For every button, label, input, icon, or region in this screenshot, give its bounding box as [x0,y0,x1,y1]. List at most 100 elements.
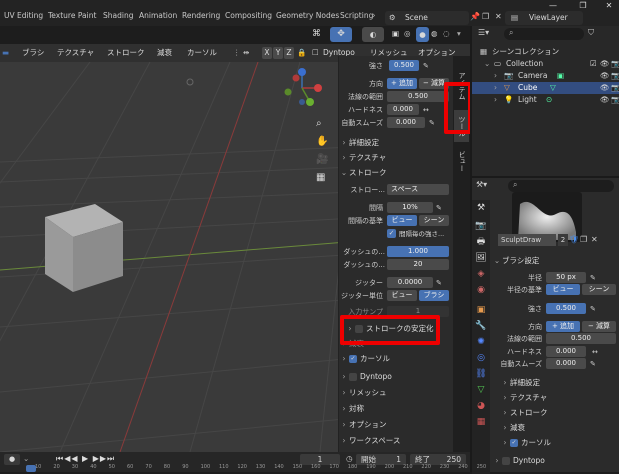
dyntopo-checkbox[interactable]: ☐ [312,47,319,59]
eye-icon[interactable]: 👁 [600,94,610,106]
filter-icon[interactable]: ⛉ [588,28,594,38]
duplicate-icon[interactable]: ❐ [580,234,590,246]
spacing-field[interactable]: 10% [387,202,433,213]
camera-render-icon[interactable]: 📷 [611,94,619,106]
eye-icon[interactable]: 👁 [600,58,610,70]
eye-icon[interactable]: 👁 [600,70,610,82]
shading-options-icon[interactable]: ▾ [457,29,461,38]
outliner-collection[interactable]: Collection [506,58,543,70]
pin-icon[interactable]: 📌 [470,12,480,21]
physics-tab-icon[interactable]: ◎ [475,352,487,364]
tab-scripting[interactable]: Scripting [340,9,373,23]
prop-hardness-field[interactable]: 0.000 [546,346,586,357]
tab-shading[interactable]: Shading [103,9,133,23]
copy-icon[interactable]: ❐ [482,12,489,21]
outliner-search-input[interactable]: ⌕ [504,28,584,40]
camera-render-icon[interactable]: 📷 [611,70,619,82]
prop-subtract-button[interactable]: − 減算 [582,321,616,332]
rendered-shading-icon[interactable]: ◌ [443,29,450,38]
chevron-right-icon[interactable]: › [494,70,497,82]
perspective-grid-icon[interactable]: ▦ [316,172,325,183]
prop-dyntopo-checkbox[interactable] [502,457,510,465]
playhead[interactable] [26,465,36,472]
jitter-field[interactable]: 0.0000 [387,277,433,288]
radius-scene-button[interactable]: シーン [582,284,616,295]
checkbox-icon[interactable]: ☑ [590,58,597,70]
strength-field[interactable]: 0.500 [389,60,419,71]
dash-length-field[interactable]: 20 [387,259,449,270]
radius-view-button[interactable]: ビュー [546,284,580,295]
chevron-right-icon[interactable]: › [494,82,497,94]
view-object-types-icon[interactable]: ⌘ [312,29,321,39]
tab-animation[interactable]: Animation [139,9,177,23]
camera-render-icon[interactable]: 📷 [611,82,619,94]
section-cursor[interactable]: › ✓ カーソル [339,352,454,366]
prop-normal-radius-field[interactable]: 0.500 [546,333,616,344]
tab-compositing[interactable]: Compositing [225,9,272,23]
chevron-down-icon[interactable]: ⌄ [23,454,29,463]
adjust-strength-checkbox[interactable]: ✓ [387,229,396,238]
normal-radius-field[interactable]: 0.500 [387,91,449,102]
radius-field[interactable]: 50 px [546,272,586,283]
modifier-tab-icon[interactable]: 🔧 [475,320,487,332]
material-shading-icon[interactable]: ◍ [431,29,438,38]
tab-rendering[interactable]: Rendering [182,9,220,23]
section-dyntopo[interactable]: › Dyntopo [339,370,454,384]
view-layer-selector[interactable]: ▤ ViewLayer [505,11,583,25]
outliner-root-label[interactable]: シーンコレクション [492,46,559,58]
unlink-icon[interactable]: ✕ [591,234,601,246]
overlay-toggle-icon[interactable]: ◐ [362,27,384,42]
hardness-field[interactable]: 0.000 [387,104,419,115]
record-button[interactable]: ● [4,454,20,465]
outliner-light[interactable]: Light [518,94,537,106]
menu-brush[interactable]: ブラシ [22,47,44,59]
autosmooth-pressure-icon[interactable]: ✎ [429,117,435,129]
prop-section-cursor[interactable]: › ✓ カーソル [500,436,619,450]
eye-icon[interactable]: 👁 [600,82,610,94]
spacing-pressure-icon[interactable]: ✎ [436,202,442,214]
section-options[interactable]: › オプション [339,418,454,432]
dash-ratio-field[interactable]: 1.000 [387,246,449,257]
stroke-method-dropdown[interactable]: スペース [387,184,449,195]
wireframe-shading-icon[interactable]: ◎ [404,29,411,38]
axis-z-toggle[interactable]: Z [284,47,294,59]
xray-icon[interactable]: ▣ [392,29,399,38]
radius-pressure-icon[interactable]: ✎ [590,272,596,284]
object-tab-icon[interactable]: ▣ [475,304,487,316]
data-tab-icon[interactable]: ▽ [475,384,487,396]
tab-uv-editing[interactable]: UV Editing [4,9,43,23]
prop-cursor-checkbox[interactable]: ✓ [510,439,518,447]
output-tab-icon[interactable]: 🖶 [475,236,487,248]
solid-shading-icon[interactable]: ● [416,27,429,42]
outliner-editor-icon[interactable]: ☰▾ [478,28,489,37]
jitter-unit-view-button[interactable]: ビュー [387,290,417,301]
zoom-icon[interactable]: ⌕ [316,118,322,129]
outliner-camera[interactable]: Camera [518,70,547,82]
section-texture[interactable]: › テクスチャ [339,151,454,165]
window-close-icon[interactable]: ✕ [596,0,619,12]
tool-tab-icon[interactable]: ⚒ [475,202,487,214]
menu-cursor[interactable]: カーソル [187,47,217,59]
invert-icon[interactable]: ↔ [592,346,598,358]
material-tab-icon[interactable]: ◕ [475,400,487,412]
gizmo-toggle-icon[interactable]: ✥ [330,27,352,42]
section-symmetry[interactable]: › 対称 [339,402,454,416]
tab-geometry-nodes[interactable]: Geometry Nodes [276,9,339,23]
prop-strength-field[interactable]: 0.500 [546,303,586,314]
close-icon[interactable]: ✕ [495,12,502,21]
properties-search-input[interactable]: ⌕ [508,180,614,192]
section-workspace[interactable]: › ワークスペース [339,434,454,448]
section-remesh[interactable]: › リメッシュ [339,386,454,400]
fake-user-icon[interactable]: 🛡 [569,234,579,246]
camera-view-icon[interactable]: 🎥 [316,154,328,165]
prop-section-stroke[interactable]: › ストローク [500,406,619,420]
direction-add-button[interactable]: + 追加 [387,78,417,89]
pressure-icon[interactable]: ✎ [423,60,429,72]
render-tab-icon[interactable]: 📷 [475,220,487,232]
prop-section-advanced[interactable]: › 詳細設定 [500,376,619,390]
chevron-down-icon[interactable]: ⌄ [484,58,490,70]
camera-render-icon[interactable]: 📷 [611,58,619,70]
clock-icon[interactable]: ◷ [346,454,353,463]
start-frame-field[interactable]: 開始 1 [356,454,406,465]
view-layer-tab-icon[interactable]: 🖼 [475,252,487,264]
